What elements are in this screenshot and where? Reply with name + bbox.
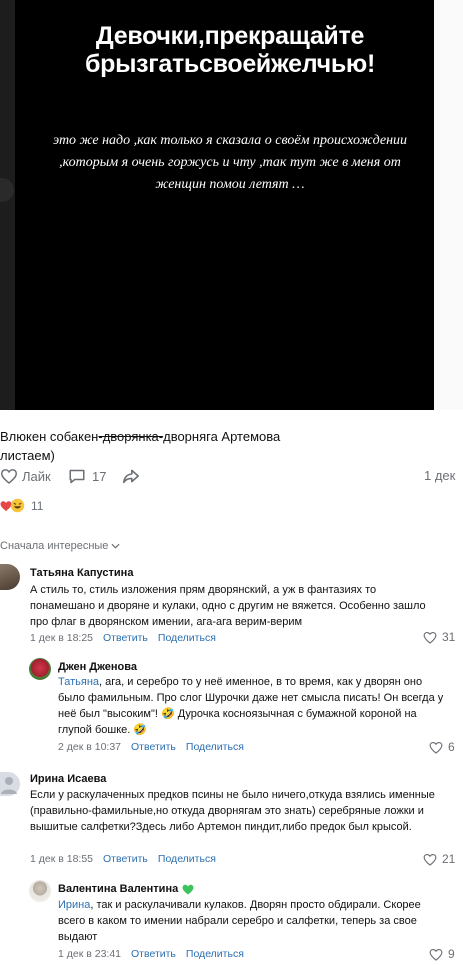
comment-like-count: 9: [448, 947, 455, 961]
green-heart-icon: [182, 884, 194, 895]
post-caption: Влюкен собакен-дворянка-дворняга Артемов…: [0, 427, 280, 465]
post-actions: Лайк 17 1 дек: [0, 468, 463, 490]
comment-text: А стиль то, стиль изложения прям дворянс…: [30, 584, 426, 628]
comment-date[interactable]: 1 дек в 18:25: [30, 632, 93, 644]
heart-outline-icon: [0, 468, 18, 484]
comment-author[interactable]: Валентина Валентина: [58, 883, 178, 895]
comment-like-count: 21: [442, 852, 456, 866]
avatar[interactable]: [0, 772, 20, 796]
like-button[interactable]: Лайк: [0, 468, 51, 484]
image-title-line1: Девочки,прекращайте: [95, 22, 365, 50]
comments-button[interactable]: 17: [68, 468, 106, 485]
comment-body: , ага, и серебро то у неё именное, в то …: [58, 676, 444, 736]
reply-button[interactable]: Ответить: [131, 948, 176, 960]
carousel-left-edge: [0, 0, 15, 410]
comment-meta: 1 дек в 18:55 Ответить Поделиться: [30, 853, 216, 865]
carousel-right-edge: [434, 0, 463, 410]
comment-like-count: 31: [442, 630, 456, 644]
comments-sort-dropdown[interactable]: Сначала интересные: [0, 540, 120, 552]
comment-meta: 2 дек в 10:37 Ответить Поделиться: [58, 741, 244, 753]
comment-date[interactable]: 1 дек в 18:55: [30, 853, 93, 865]
share-link[interactable]: Поделиться: [186, 948, 244, 960]
comment-icon: [68, 468, 86, 485]
image-title-line2: брызгатьсвоейжелчью!: [84, 50, 376, 78]
share-link[interactable]: Поделиться: [158, 853, 216, 865]
heart-outline-icon: [423, 853, 437, 866]
caption-line1: Влюкен собакен-дворянка-дворняга Артемов…: [0, 427, 280, 446]
comment-body: , так и раскулачивали кулаков. Дворян пр…: [58, 899, 421, 943]
comment-text: Если у раскулаченных предков псины не бы…: [30, 789, 435, 833]
reply-button[interactable]: Ответить: [103, 632, 148, 644]
comment-like-button[interactable]: 21: [423, 852, 455, 866]
avatar[interactable]: [29, 658, 51, 680]
heart-outline-icon: [423, 631, 437, 644]
caption-line2: листаем): [0, 448, 55, 463]
comment-author[interactable]: Татьяна Капустина: [30, 567, 133, 579]
reply-button[interactable]: Ответить: [131, 741, 176, 753]
share-link[interactable]: Поделиться: [186, 741, 244, 753]
caption-part1: Влюкен собакен: [0, 429, 99, 444]
post-date[interactable]: 1 дек: [424, 468, 455, 483]
comment-like-button[interactable]: 6: [429, 740, 455, 754]
heart-outline-icon: [429, 948, 443, 961]
comment-like-button[interactable]: 9: [429, 947, 455, 961]
mention-link[interactable]: Ирина: [58, 899, 90, 911]
comment-meta: 1 дек в 18:25 Ответить Поделиться: [30, 632, 216, 644]
reactions-summary[interactable]: 11: [0, 498, 43, 513]
reactions-count: 11: [31, 498, 44, 513]
image-body-text: это же надо ,как только я сказала о своё…: [52, 133, 408, 192]
person-placeholder-icon: [0, 772, 20, 796]
comment-meta: 1 дек в 23:41 Ответить Поделиться: [58, 948, 244, 960]
mention-link[interactable]: Татьяна: [58, 676, 99, 688]
image-title: Девочки,прекращайте брызгатьсвоейжелчью!: [25, 22, 435, 78]
sort-label: Сначала интересные: [0, 540, 109, 552]
avatar[interactable]: [0, 564, 20, 590]
comment-date[interactable]: 2 дек в 10:37: [58, 741, 121, 753]
caption-strike: -дворянка-: [98, 429, 164, 444]
caption-part2: дворняга Артемова: [163, 429, 281, 444]
reply-button[interactable]: Ответить: [103, 853, 148, 865]
chevron-down-icon: [111, 543, 120, 549]
laughing-emoji-icon: [10, 498, 25, 513]
share-button[interactable]: [121, 468, 141, 484]
comment-date[interactable]: 1 дек в 23:41: [58, 948, 121, 960]
comment-text: Ирина, так и раскулачивали кулаков. Двор…: [58, 897, 450, 945]
comment-author[interactable]: Джен Дженова: [58, 661, 137, 673]
comment-author[interactable]: Ирина Исаева: [30, 773, 106, 785]
comments-count: 17: [92, 469, 107, 484]
comment-text: Татьяна, ага, и серебро то у неё именное…: [58, 674, 448, 738]
comment-like-count: 6: [448, 740, 455, 754]
share-arrow-icon: [121, 468, 141, 484]
heart-outline-icon: [429, 741, 443, 754]
share-link[interactable]: Поделиться: [158, 632, 216, 644]
like-label: Лайк: [22, 468, 51, 484]
avatar[interactable]: [29, 880, 51, 902]
comment-author-row: Валентина Валентина: [58, 883, 194, 895]
comment-like-button[interactable]: 31: [423, 630, 455, 644]
